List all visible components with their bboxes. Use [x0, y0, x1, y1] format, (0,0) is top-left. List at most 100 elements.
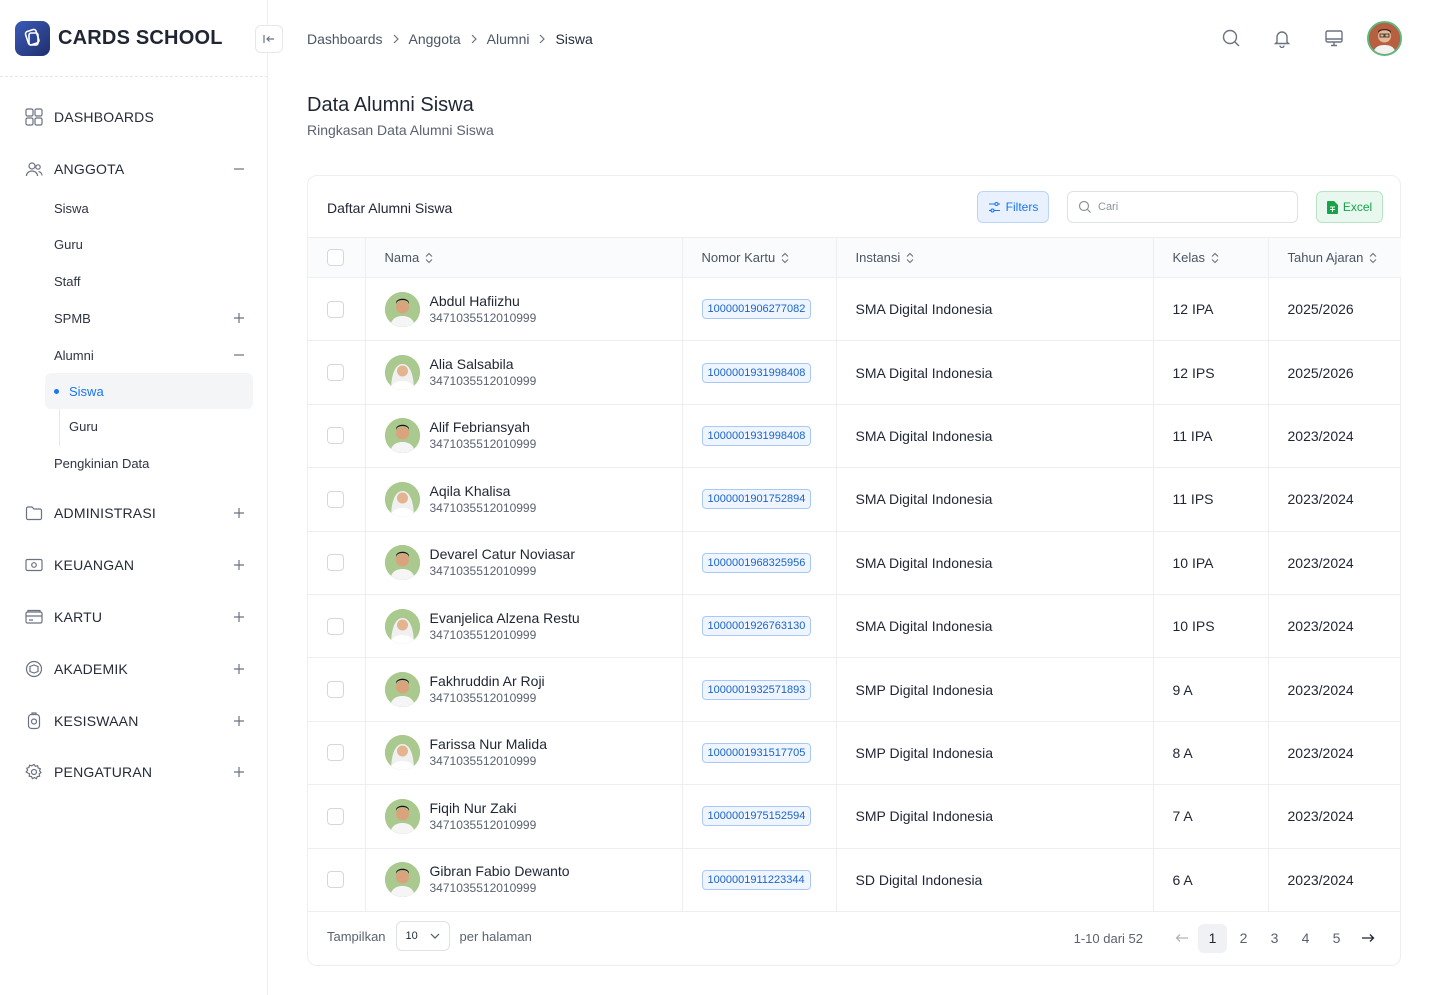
- prev-page-button[interactable]: [1167, 924, 1196, 953]
- sort-icon[interactable]: [781, 252, 789, 264]
- excel-export-button[interactable]: Excel: [1316, 191, 1383, 223]
- student-name[interactable]: Abdul Hafiizhu: [430, 293, 537, 310]
- next-page-button[interactable]: [1353, 924, 1382, 953]
- student-name[interactable]: Farissa Nur Malida: [430, 736, 547, 753]
- sidebar-item-administrasi[interactable]: ADMINISTRASI: [24, 501, 246, 525]
- table-row[interactable]: Alif Febriansyah 3471035512010999 10000019…: [308, 404, 1401, 469]
- breadcrumb-anggota[interactable]: Anggota: [409, 31, 461, 47]
- sidebar-item-akademik[interactable]: AKADEMIK: [24, 657, 246, 681]
- breadcrumb-dashboards[interactable]: Dashboards: [307, 31, 383, 47]
- academic-year-cell: 2023/2024: [1268, 594, 1401, 659]
- select-all-checkbox[interactable]: [327, 249, 344, 266]
- page-2-button[interactable]: 2: [1229, 924, 1258, 953]
- student-name[interactable]: Devarel Catur Noviasar: [430, 546, 576, 563]
- card-number-badge: 1000001911223344: [701, 869, 811, 890]
- sidebar-item-keuangan[interactable]: KEUANGAN: [24, 553, 246, 577]
- sort-icon[interactable]: [1369, 252, 1377, 264]
- brand[interactable]: CARDS SCHOOL: [15, 20, 223, 56]
- bell-icon[interactable]: [1271, 27, 1293, 49]
- table-row[interactable]: Farissa Nur Malida 3471035512010999 100000…: [308, 721, 1401, 786]
- monitor-icon[interactable]: [1323, 27, 1345, 49]
- column-header-tahun-ajaran[interactable]: Tahun Ajaran: [1268, 237, 1401, 278]
- sort-icon[interactable]: [425, 252, 433, 264]
- column-header-nama[interactable]: Nama: [365, 237, 683, 278]
- column-header-kelas[interactable]: Kelas: [1153, 237, 1269, 278]
- student-name[interactable]: Fakhruddin Ar Roji: [430, 673, 545, 690]
- plus-icon[interactable]: [232, 662, 246, 676]
- page-4-button[interactable]: 4: [1291, 924, 1320, 953]
- student-name[interactable]: Fiqih Nur Zaki: [430, 800, 537, 817]
- page-1-button[interactable]: 1: [1198, 923, 1227, 953]
- table-row[interactable]: Abdul Hafiizhu 3471035512010999 1000001906…: [308, 277, 1401, 342]
- breadcrumb-alumni[interactable]: Alumni: [487, 31, 530, 47]
- sidebar-subitem-guru[interactable]: Guru: [54, 236, 83, 254]
- header-select-all[interactable]: [308, 237, 366, 278]
- search-field[interactable]: [1067, 191, 1298, 223]
- student-name[interactable]: Alif Febriansyah: [430, 419, 537, 436]
- table-row[interactable]: Devarel Catur Noviasar 3471035512010999 10…: [308, 531, 1401, 595]
- row-checkbox[interactable]: [327, 427, 344, 445]
- plus-icon[interactable]: [232, 765, 246, 779]
- sidebar-item-pengaturan[interactable]: PENGATURAN: [24, 760, 246, 784]
- class-cell: 7 A: [1153, 784, 1269, 849]
- plus-icon[interactable]: [232, 714, 246, 728]
- sidebar-subitem-spmb[interactable]: SPMB: [54, 309, 246, 327]
- search-icon[interactable]: [1220, 27, 1242, 49]
- sidebar-item-kesiswaan[interactable]: KESISWAAN: [24, 709, 246, 733]
- filters-button[interactable]: Filters: [977, 191, 1049, 223]
- name-cell: Evanjelica Alzena Restu 3471035512010999: [365, 594, 683, 659]
- page-3-button[interactable]: 3: [1260, 924, 1289, 953]
- page-5-button[interactable]: 5: [1322, 924, 1351, 953]
- table-row[interactable]: Evanjelica Alzena Restu 3471035512010999 1…: [308, 594, 1401, 659]
- per-page-select[interactable]: 10: [395, 921, 450, 951]
- sidebar-subitem-alumni[interactable]: Alumni: [54, 346, 246, 364]
- table-row[interactable]: Fiqih Nur Zaki 3471035512010999 1000001975…: [308, 784, 1401, 849]
- sidebar-subitem-pengkinian-data[interactable]: Pengkinian Data: [54, 455, 149, 473]
- sidebar-subitem-siswa[interactable]: Siswa: [54, 200, 89, 218]
- row-checkbox[interactable]: [327, 617, 344, 635]
- sort-icon[interactable]: [906, 252, 914, 264]
- sidebar-item-anggota[interactable]: ANGGOTA: [24, 157, 246, 181]
- class-cell: 12 IPS: [1153, 340, 1269, 405]
- row-checkbox[interactable]: [327, 871, 344, 889]
- plus-icon[interactable]: [232, 558, 246, 572]
- table-row[interactable]: Fakhruddin Ar Roji 3471035512010999 100000…: [308, 657, 1401, 722]
- sidebar-item-kartu[interactable]: KARTU: [24, 605, 246, 629]
- student-name[interactable]: Evanjelica Alzena Restu: [430, 610, 580, 627]
- class-cell: 11 IPA: [1153, 404, 1269, 469]
- plus-icon[interactable]: [232, 610, 246, 624]
- student-avatar: [384, 735, 420, 771]
- student-name[interactable]: Gibran Fabio Dewanto: [430, 863, 570, 880]
- row-checkbox[interactable]: [327, 490, 344, 508]
- plus-icon[interactable]: [232, 311, 246, 325]
- row-checkbox[interactable]: [327, 300, 344, 318]
- row-checkbox[interactable]: [327, 744, 344, 762]
- row-checkbox[interactable]: [327, 364, 344, 382]
- table-row[interactable]: Aqila Khalisa 3471035512010999 10000019017…: [308, 467, 1401, 532]
- table-row[interactable]: Alia Salsabila 3471035512010999 1000001931…: [308, 340, 1401, 405]
- sidebar-subitem-alumni-guru[interactable]: Guru: [69, 419, 98, 434]
- sidebar-subitem-label: Alumni: [54, 347, 94, 363]
- sidebar-item-dashboards[interactable]: DASHBOARDS: [24, 105, 246, 129]
- student-avatar: [384, 418, 420, 454]
- table-row[interactable]: Gibran Fabio Dewanto 3471035512010999 1000…: [308, 848, 1401, 912]
- row-checkbox[interactable]: [327, 554, 344, 572]
- column-header-instansi[interactable]: Instansi: [836, 237, 1154, 278]
- card-number-badge: 1000001975152594: [701, 806, 812, 827]
- sort-icon[interactable]: [1211, 252, 1219, 264]
- collapse-sidebar-button[interactable]: [255, 25, 283, 53]
- arrow-left-icon: [1175, 934, 1188, 942]
- student-name[interactable]: Alia Salsabila: [430, 356, 537, 373]
- sidebar-subitem-alumni-siswa[interactable]: Siswa: [45, 373, 253, 409]
- row-checkbox[interactable]: [327, 681, 344, 699]
- minus-icon[interactable]: [232, 162, 246, 176]
- column-header-nomor-kartu[interactable]: Nomor Kartu: [682, 237, 837, 278]
- minus-icon[interactable]: [232, 348, 246, 362]
- academic-year-cell: 2023/2024: [1268, 467, 1401, 532]
- search-input[interactable]: [1098, 201, 1288, 213]
- user-avatar[interactable]: [1367, 21, 1402, 56]
- sidebar-subitem-staff[interactable]: Staff: [54, 273, 81, 291]
- row-checkbox[interactable]: [327, 807, 344, 825]
- plus-icon[interactable]: [232, 506, 246, 520]
- student-name[interactable]: Aqila Khalisa: [430, 483, 537, 500]
